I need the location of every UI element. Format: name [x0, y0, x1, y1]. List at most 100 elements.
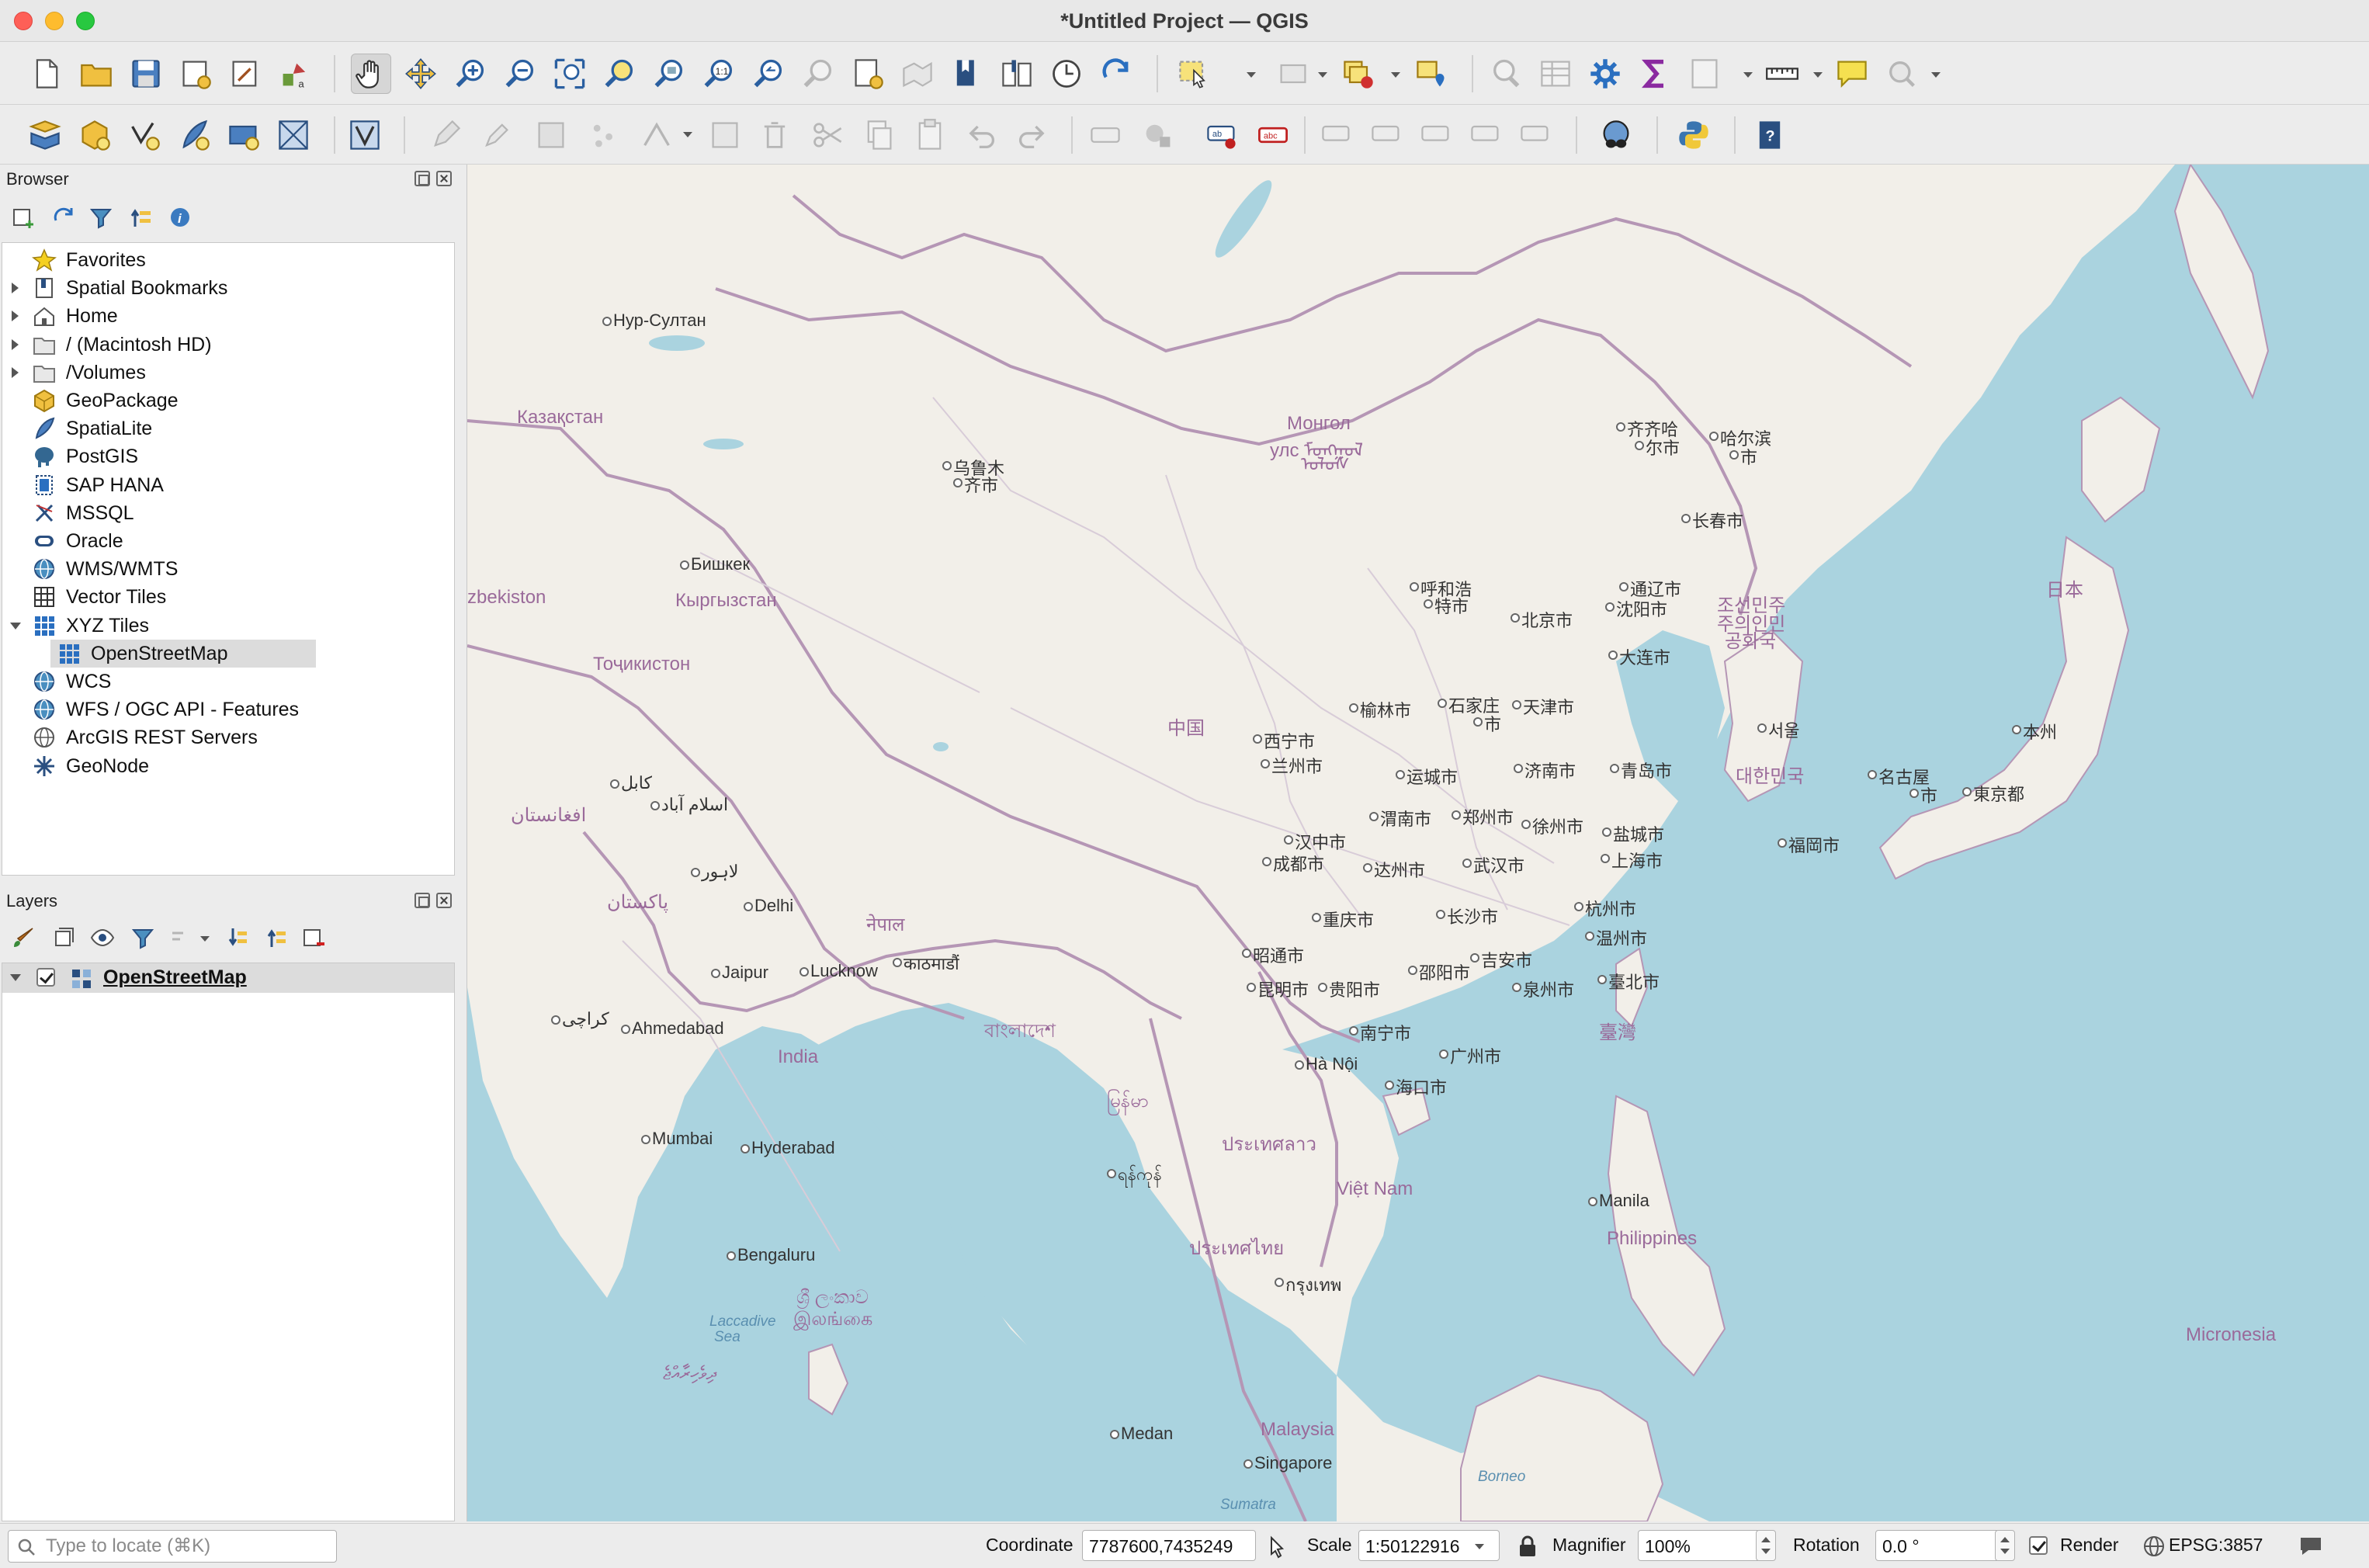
python-console-button[interactable]: [1674, 115, 1714, 155]
scale-dropdown-arrow[interactable]: [1475, 1544, 1484, 1549]
collapse-all-layers-button[interactable]: [262, 924, 290, 952]
show-map-theme-button[interactable]: [1882, 54, 1922, 94]
vertex-tool-dropdown[interactable]: [683, 132, 692, 137]
new-virtual-layer-button[interactable]: [273, 115, 314, 155]
zoom-full-button[interactable]: [550, 54, 590, 94]
map-tips-button[interactable]: [1832, 54, 1872, 94]
browser-item-oracle[interactable]: Oracle: [2, 527, 454, 555]
save-project-button[interactable]: [126, 54, 166, 94]
modify-attributes-button[interactable]: [705, 115, 745, 155]
pin-labels-button[interactable]: [1316, 115, 1357, 155]
diagram-options-button[interactable]: [1138, 115, 1178, 155]
locator-input[interactable]: [46, 1535, 325, 1557]
paste-features-button[interactable]: [910, 115, 950, 155]
browser-item-macintosh-hd[interactable]: / (Macintosh HD): [2, 331, 454, 359]
magnifier-field[interactable]: 100%: [1638, 1530, 1760, 1561]
layer-visibility-checkbox[interactable]: [36, 968, 55, 987]
browser-item-xyz-tiles[interactable]: XYZ Tiles: [2, 612, 454, 640]
browser-item-volumes[interactable]: /Volumes: [2, 359, 454, 387]
measure-line-button[interactable]: [1762, 54, 1802, 94]
data-source-manager-button[interactable]: [25, 115, 65, 155]
browser-item-arcgis-rest-servers[interactable]: ArcGIS REST Servers: [2, 723, 454, 751]
browser-item-geonode[interactable]: GeoNode: [2, 752, 454, 780]
enable-properties-widget-button[interactable]: i: [166, 203, 194, 231]
vertex-tool-button[interactable]: [636, 115, 677, 155]
add-point-feature-button[interactable]: [584, 115, 624, 155]
browser-item-geopackage[interactable]: GeoPackage: [2, 387, 454, 415]
layer-row-openstreetmap[interactable]: OpenStreetMap: [2, 963, 454, 993]
add-group-button[interactable]: [50, 924, 78, 952]
close-panel-button[interactable]: [436, 171, 452, 186]
browser-item-postgis[interactable]: PostGIS: [2, 442, 454, 470]
browser-item-vector-tiles[interactable]: Vector Tiles: [2, 583, 454, 611]
open-attribute-table-button[interactable]: [1535, 54, 1576, 94]
layer-labeling-options-button[interactable]: ab: [1202, 115, 1242, 155]
collapse-layer-arrow[interactable]: [10, 974, 21, 981]
browser-item-favorites[interactable]: Favorites: [2, 246, 454, 274]
show-hide-labels-button[interactable]: [1366, 115, 1406, 155]
change-label-button[interactable]: [1515, 115, 1556, 155]
save-layer-edits-button[interactable]: [531, 115, 571, 155]
pan-to-selection-button[interactable]: [401, 54, 441, 94]
map-canvas[interactable]: Нур-Султан Казақстан Монгол улс ᠮᠣᠩᠭᠣᠯ ᠤᠯᠤᠰ 齐…: [467, 165, 2369, 1521]
expand-all-button[interactable]: [224, 924, 251, 952]
coordinate-field[interactable]: 7787600,7435249: [1082, 1530, 1256, 1561]
current-edits-button[interactable]: [425, 115, 466, 155]
toggle-extents-mouse-icon[interactable]: [1264, 1535, 1289, 1559]
select-location-button[interactable]: [1411, 54, 1452, 94]
lock-icon[interactable]: [1517, 1535, 1538, 1558]
processing-toolbox-button[interactable]: [1585, 54, 1625, 94]
zoom-native-resolution-button[interactable]: 1:1: [699, 54, 739, 94]
new-spatialite-layer-button[interactable]: [174, 115, 214, 155]
collapse-arrow-icon[interactable]: [10, 622, 21, 630]
browser-item-wcs[interactable]: WCS: [2, 668, 454, 696]
select-by-value-dropdown[interactable]: [1318, 72, 1327, 78]
show-bookmark-button[interactable]: [947, 54, 987, 94]
deselect-features-button[interactable]: [1338, 54, 1379, 94]
messages-bubble-icon[interactable]: [2298, 1535, 2324, 1558]
magnifier-spinner[interactable]: [1756, 1530, 1776, 1561]
select-features-button[interactable]: [1174, 54, 1214, 94]
show-spatial-bookmarks-button[interactable]: [897, 54, 938, 94]
digitize-vector-layer-button[interactable]: [345, 115, 385, 155]
browser-item-sap-hana[interactable]: SAP HANA: [2, 471, 454, 499]
quickmapservices-button[interactable]: [1596, 115, 1636, 155]
undo-button[interactable]: [961, 115, 1001, 155]
filter-expression-button[interactable]: [166, 924, 194, 952]
float-panel-button[interactable]: [414, 171, 430, 186]
zoom-last-button[interactable]: [748, 54, 789, 94]
pan-map-button[interactable]: [351, 54, 391, 94]
browser-item-mssql[interactable]: MSSQL: [2, 499, 454, 527]
render-checkbox[interactable]: [2029, 1536, 2048, 1555]
zoom-to-selection-button[interactable]: [599, 54, 640, 94]
label-toolbar-button[interactable]: [1085, 115, 1126, 155]
expand-arrow-icon[interactable]: [12, 283, 19, 294]
cut-features-button[interactable]: [807, 115, 848, 155]
field-calculator-dropdown[interactable]: [1743, 72, 1753, 78]
locator-box[interactable]: [8, 1530, 337, 1563]
deselect-dropdown[interactable]: [1391, 72, 1400, 78]
redo-button[interactable]: [1012, 115, 1053, 155]
refresh-browser-button[interactable]: [50, 203, 78, 231]
expand-arrow-icon[interactable]: [12, 310, 19, 322]
expand-arrow-icon[interactable]: [12, 338, 19, 350]
browser-item-openstreetmap[interactable]: OpenStreetMap: [2, 639, 454, 668]
crs-button[interactable]: EPSG:3857: [2169, 1535, 2263, 1556]
manage-map-themes-button[interactable]: [88, 924, 116, 952]
filter-browser-button[interactable]: [87, 203, 115, 231]
zoom-out-button[interactable]: [500, 54, 540, 94]
browser-item-spatial-bookmarks[interactable]: Spatial Bookmarks: [2, 274, 454, 302]
open-layer-styling-button[interactable]: [9, 924, 37, 952]
filter-expression-dropdown[interactable]: [200, 936, 210, 942]
add-selected-layers-button[interactable]: [9, 203, 37, 231]
remove-layer-button[interactable]: [300, 924, 328, 952]
new-temporary-layer-button[interactable]: [224, 115, 264, 155]
refresh-button[interactable]: [1096, 54, 1136, 94]
zoom-next-button[interactable]: [798, 54, 838, 94]
new-spatial-bookmark-button[interactable]: [848, 54, 888, 94]
zoom-in-button[interactable]: [450, 54, 491, 94]
move-label-button[interactable]: [1416, 115, 1456, 155]
new-project-button[interactable]: [26, 54, 67, 94]
layer-diagram-options-button[interactable]: abc: [1253, 115, 1293, 155]
new-print-layout-button[interactable]: [175, 54, 216, 94]
